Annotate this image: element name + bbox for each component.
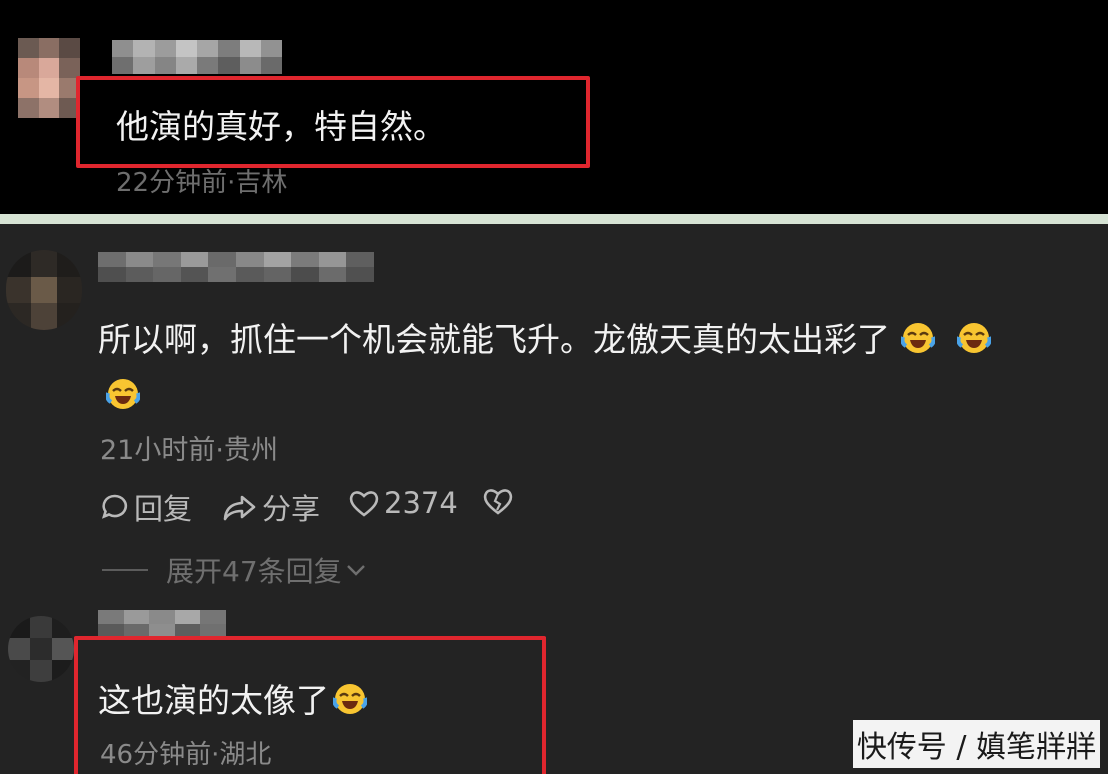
expand-replies-label: 展开47条回复 — [166, 555, 342, 588]
comment-meta: 21小时前·贵州 — [100, 435, 278, 466]
top-comment-panel: 他演的真好，特自然。 22分钟前·吉林 — [0, 0, 1108, 214]
watermark: 快传号 / 嫃笔牂牂 — [852, 720, 1100, 768]
laughing-crying-emoji-icon — [106, 379, 140, 409]
comment-text: 所以啊，抓住一个机会就能飞升。龙傲天真的太出彩了 — [98, 312, 1088, 424]
username-blurred[interactable] — [98, 252, 374, 282]
panel-divider — [0, 214, 1108, 224]
like-count: 2374 — [384, 486, 458, 520]
username-blurred[interactable] — [98, 610, 226, 638]
reply-label: 回复 — [134, 492, 193, 526]
expand-replies-link[interactable]: 展开47条回复 — [102, 550, 368, 590]
like-button[interactable]: 2374 — [348, 486, 458, 520]
highlight-box — [74, 636, 546, 774]
username-blurred[interactable] — [112, 40, 282, 74]
laughing-crying-emoji-icon — [900, 323, 935, 353]
avatar[interactable] — [18, 38, 80, 118]
broken-heart-icon — [483, 489, 513, 515]
chevron-down-icon — [346, 565, 365, 576]
dislike-button[interactable] — [482, 486, 514, 516]
avatar[interactable] — [6, 250, 82, 330]
share-button[interactable]: 分享 — [222, 486, 320, 528]
share-label: 分享 — [262, 492, 321, 526]
heart-icon — [349, 491, 379, 517]
avatar[interactable] — [8, 616, 74, 682]
reply-button[interactable]: 回复 — [100, 486, 192, 528]
comment-bubble-icon — [101, 494, 128, 519]
laughing-crying-emoji-icon — [957, 323, 991, 353]
highlight-box — [76, 76, 590, 168]
comment-list-panel: 所以啊，抓住一个机会就能飞升。龙傲天真的太出彩了 21小时前·贵州 回复 分享 … — [0, 224, 1108, 774]
share-arrow-icon — [223, 495, 256, 521]
divider-line — [102, 569, 148, 571]
comment-body: 所以啊，抓住一个机会就能飞升。龙傲天真的太出彩了 — [98, 320, 890, 359]
